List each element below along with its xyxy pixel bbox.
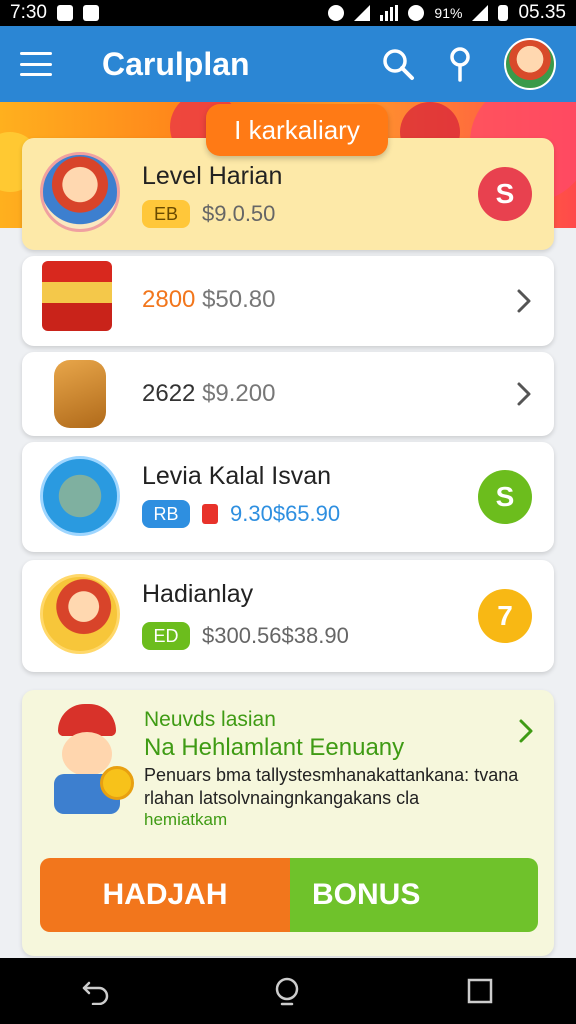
list-item[interactable]: 2622 $9.200 (22, 352, 554, 436)
signal-icon (380, 5, 399, 21)
promo-card: Neuvds lasian Na Hehlamlant Eenuany Penu… (22, 690, 554, 956)
banner-pill[interactable]: I karkaliary (206, 104, 388, 156)
item-title: Level Harian (142, 162, 283, 190)
promo-title: Neuvds lasian (144, 708, 276, 731)
item-badge: RB (142, 500, 190, 528)
list-item[interactable]: Hadianlay ED $300.56$38.90 7 (22, 560, 554, 672)
system-nav-bar (0, 958, 576, 1024)
search-nav-icon (275, 977, 299, 1006)
character-thumbnail (40, 574, 120, 654)
search-button[interactable] (376, 42, 420, 86)
chevron-right-icon (517, 382, 531, 406)
card-thumbnail (40, 456, 120, 536)
status-time: 7:30 (10, 2, 47, 23)
item-badge: ED (142, 622, 190, 650)
coin-button[interactable]: 7 (478, 589, 532, 643)
item-chevron[interactable] (512, 379, 536, 409)
signal-strength-icon (472, 5, 489, 21)
promo-subtitle: Na Hehlamlant Eenuany (144, 734, 405, 761)
item-price: $9.0.50 (202, 201, 276, 226)
item-secondary-value: $9.200 (202, 380, 276, 407)
home-button[interactable] (263, 966, 313, 1016)
scroll-thumbnail (54, 360, 106, 428)
bonus-button[interactable]: BONUS (290, 858, 538, 932)
item-badge: EB (142, 200, 190, 228)
app-bar: Carulplan (0, 26, 576, 102)
item-title: Levia Kalal Isvan (142, 462, 332, 490)
list-item[interactable]: Levia Kalal Isvan RB 9.30$65.90 S (22, 442, 554, 552)
item-price: $300.56$38.90 (202, 623, 349, 648)
app-title: Carulplan (102, 45, 250, 82)
item-price-a: 9.30 (230, 501, 273, 526)
item-secondary-value: $50.80 (202, 286, 276, 313)
profile-button[interactable] (504, 38, 556, 90)
location-status-icon (328, 5, 345, 21)
chevron-right-icon (519, 719, 533, 743)
hadjah-button[interactable]: HADJAH (40, 858, 290, 932)
status-bar: 7:30 91% 05.35 (0, 0, 576, 26)
back-button[interactable] (71, 966, 121, 1016)
recents-button[interactable] (455, 966, 505, 1016)
item-chevron[interactable] (512, 286, 536, 316)
promo-chevron[interactable] (518, 718, 534, 749)
tag-icon (202, 504, 218, 524)
reward-pack-thumbnail (42, 261, 112, 331)
location-pin-icon (450, 47, 470, 82)
coin-icon: 7 (497, 600, 513, 631)
sync-icon (408, 5, 425, 21)
item-primary-value: 2622 (142, 380, 196, 407)
battery-percent: 91% (434, 5, 463, 21)
wifi-icon (354, 5, 371, 21)
search-icon (383, 49, 414, 80)
mascot-illustration (40, 704, 140, 824)
square-icon (467, 978, 493, 1004)
promo-link[interactable]: hemiatkam (144, 810, 227, 830)
battery-icon (498, 5, 509, 21)
item-primary-value: 2800 (142, 286, 196, 313)
coin-button[interactable]: S (478, 167, 532, 221)
list-item[interactable]: 2800 $50.80 (22, 256, 554, 346)
item-price-b: $65.90 (272, 501, 341, 526)
menu-icon[interactable] (20, 52, 52, 76)
status-clock: 05.35 (518, 2, 566, 23)
item-title: Hadianlay (142, 580, 254, 608)
avatar (504, 38, 556, 90)
back-icon (82, 981, 109, 1005)
coin-icon: S (495, 178, 515, 209)
notification-icon (56, 5, 73, 21)
coin-button[interactable]: S (478, 470, 532, 524)
coin-icon: S (495, 481, 515, 512)
notification-icon (82, 5, 99, 21)
character-thumbnail (40, 152, 120, 232)
chevron-right-icon (517, 289, 531, 313)
location-button[interactable] (438, 42, 482, 86)
promo-body: Penuars bma tallystesmhanakattankana: tv… (144, 765, 519, 808)
